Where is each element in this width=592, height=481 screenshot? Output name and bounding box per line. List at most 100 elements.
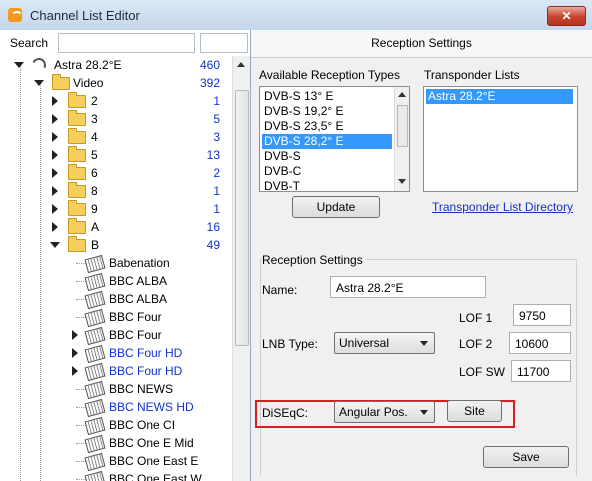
expand-arrow-icon[interactable] xyxy=(52,204,58,214)
tree-node-count: 13 xyxy=(206,148,220,162)
tree-node-label: BBC One CI xyxy=(109,418,176,432)
tree-node-channel[interactable]: BBC One East W xyxy=(0,470,232,481)
expand-arrow-icon[interactable] xyxy=(52,150,58,160)
lof-sw-field[interactable]: 11700 xyxy=(511,360,571,382)
available-reception-types-list[interactable]: DVB-S 13° E DVB-S 19,2° E DVB-S 23,5° E DVB… xyxy=(259,86,410,192)
channel-tree[interactable]: Astra 28.2°E 460 Video 392 2 1 3 5 4 3 5 13 6 2 8 1 9 1 A 1… xyxy=(0,56,232,481)
tree-node-folder[interactable]: B 49 xyxy=(0,236,232,254)
save-button[interactable]: Save xyxy=(483,446,569,468)
tree-node-label: 4 xyxy=(91,130,98,144)
tree-node-count: 16 xyxy=(206,220,220,234)
tree-node-channel[interactable]: BBC One East E xyxy=(0,452,232,472)
satellite-icon xyxy=(30,56,48,74)
expand-arrow-icon[interactable] xyxy=(52,222,58,232)
available-reception-types-label: Available Reception Types xyxy=(259,68,400,82)
tree-node-label: BBC ALBA xyxy=(109,274,168,288)
lof2-label: LOF 2 xyxy=(459,337,493,351)
expand-arrow-icon[interactable] xyxy=(52,168,58,178)
scroll-up-arrow-icon[interactable] xyxy=(233,56,250,73)
reception-settings-panel: Reception Settings Available Reception T… xyxy=(251,30,592,481)
tree-node-channel[interactable]: BBC NEWS xyxy=(0,380,232,400)
reception-type-item[interactable]: DVB-S 23,5° E xyxy=(262,119,392,134)
reception-type-item[interactable]: DVB-S 19,2° E xyxy=(262,104,392,119)
reception-type-item[interactable]: DVB-C xyxy=(262,164,392,179)
expand-arrow-icon[interactable] xyxy=(50,242,60,248)
tree-node-channel[interactable]: BBC Four HD xyxy=(0,344,232,364)
channel-film-icon xyxy=(84,344,106,364)
tree-node-channel[interactable]: BBC Four xyxy=(0,308,232,328)
scrollbar-thumb[interactable] xyxy=(235,90,249,346)
tree-node-channel[interactable]: BBC Four xyxy=(0,326,232,346)
tree-node-folder[interactable]: 5 13 xyxy=(0,146,232,164)
tree-node-label: 6 xyxy=(91,166,98,180)
tree-node-label: BBC Four HD xyxy=(109,346,183,360)
tree-node-folder[interactable]: 81 xyxy=(0,182,232,200)
name-field[interactable]: Astra 28.2°E xyxy=(330,276,486,298)
diseqc-label: DiSEqC: xyxy=(262,406,309,420)
tree-node-video[interactable]: Video 392 xyxy=(0,74,232,92)
tree-node-root[interactable]: Astra 28.2°E 460 xyxy=(0,56,232,74)
tree-scrollbar[interactable] xyxy=(232,56,250,481)
transponder-lists-label: Transponder Lists xyxy=(424,68,520,82)
transponder-lists-list[interactable]: Astra 28.2°E xyxy=(423,86,578,192)
search-filter-input[interactable] xyxy=(200,33,248,53)
tree-node-channel[interactable]: BBC ALBA xyxy=(0,290,232,310)
diseqc-select[interactable]: Angular Pos. xyxy=(334,401,435,423)
list-scroll-thumb[interactable] xyxy=(397,105,408,147)
tree-node-channel[interactable]: BBC One CI xyxy=(0,416,232,436)
lof2-field[interactable]: 10600 xyxy=(509,332,571,354)
tree-node-channel[interactable]: BBC Four HD xyxy=(0,362,232,382)
folder-icon xyxy=(68,92,86,108)
tree-node-folder[interactable]: 62 xyxy=(0,164,232,182)
expand-arrow-icon[interactable] xyxy=(52,132,58,142)
site-button[interactable]: Site xyxy=(447,400,502,422)
reception-type-item[interactable]: DVB-S 13° E xyxy=(262,89,392,104)
list-scroll-up-icon[interactable] xyxy=(398,92,406,97)
transponder-list-item[interactable]: Astra 28.2°E xyxy=(426,89,573,104)
close-button[interactable]: ✕ xyxy=(547,6,586,26)
tree-node-count: 5 xyxy=(213,112,220,126)
channel-film-icon xyxy=(84,254,106,274)
tree-node-channel[interactable]: Babenation xyxy=(0,254,232,274)
folder-icon xyxy=(68,182,86,198)
reception-type-item[interactable]: DVB-T xyxy=(262,179,392,191)
tree-node-label: 9 xyxy=(91,202,98,216)
list-scrollbar[interactable] xyxy=(394,87,409,191)
lof1-field[interactable]: 9750 xyxy=(513,304,571,326)
channel-film-icon xyxy=(84,290,106,310)
tree-node-folder[interactable]: 91 xyxy=(0,200,232,218)
tree-node-channel[interactable]: BBC One E Mid xyxy=(0,434,232,454)
expand-arrow-icon[interactable] xyxy=(72,348,78,358)
channel-film-icon xyxy=(84,398,106,418)
tree-node-count: 3 xyxy=(213,130,220,144)
expand-arrow-icon[interactable] xyxy=(52,114,58,124)
reception-type-item[interactable]: DVB-S 28,2° E xyxy=(262,134,392,149)
update-button[interactable]: Update xyxy=(292,196,380,218)
lnb-type-select[interactable]: Universal xyxy=(334,332,435,354)
tree-node-channel[interactable]: BBC ALBA xyxy=(0,272,232,292)
panel-header: Reception Settings xyxy=(251,30,592,58)
expand-arrow-icon[interactable] xyxy=(72,330,78,340)
tree-node-channel[interactable]: BBC NEWS HD xyxy=(0,398,232,418)
list-scroll-down-icon[interactable] xyxy=(398,179,406,184)
channel-film-icon xyxy=(84,272,106,292)
tree-node-folder[interactable]: 21 xyxy=(0,92,232,110)
tree-node-label: BBC NEWS HD xyxy=(109,400,194,414)
expand-arrow-icon[interactable] xyxy=(52,186,58,196)
reception-type-item[interactable]: DVB-S xyxy=(262,149,392,164)
tree-node-label: BBC Four xyxy=(109,328,162,342)
tree-node-folder[interactable]: 35 xyxy=(0,110,232,128)
channel-film-icon xyxy=(84,470,106,481)
expand-arrow-icon[interactable] xyxy=(34,80,44,86)
search-input[interactable] xyxy=(58,33,195,53)
tree-node-folder[interactable]: A 16 xyxy=(0,218,232,236)
expand-arrow-icon[interactable] xyxy=(72,366,78,376)
transponder-list-directory-link[interactable]: Transponder List Directory xyxy=(432,200,573,214)
expand-arrow-icon[interactable] xyxy=(14,62,24,68)
tree-node-count: 1 xyxy=(213,184,220,198)
tree-node-label: BBC NEWS xyxy=(109,382,174,396)
tree-node-folder[interactable]: 43 xyxy=(0,128,232,146)
tree-node-label: BBC One East W xyxy=(109,472,202,481)
channel-film-icon xyxy=(84,326,106,346)
expand-arrow-icon[interactable] xyxy=(52,96,58,106)
